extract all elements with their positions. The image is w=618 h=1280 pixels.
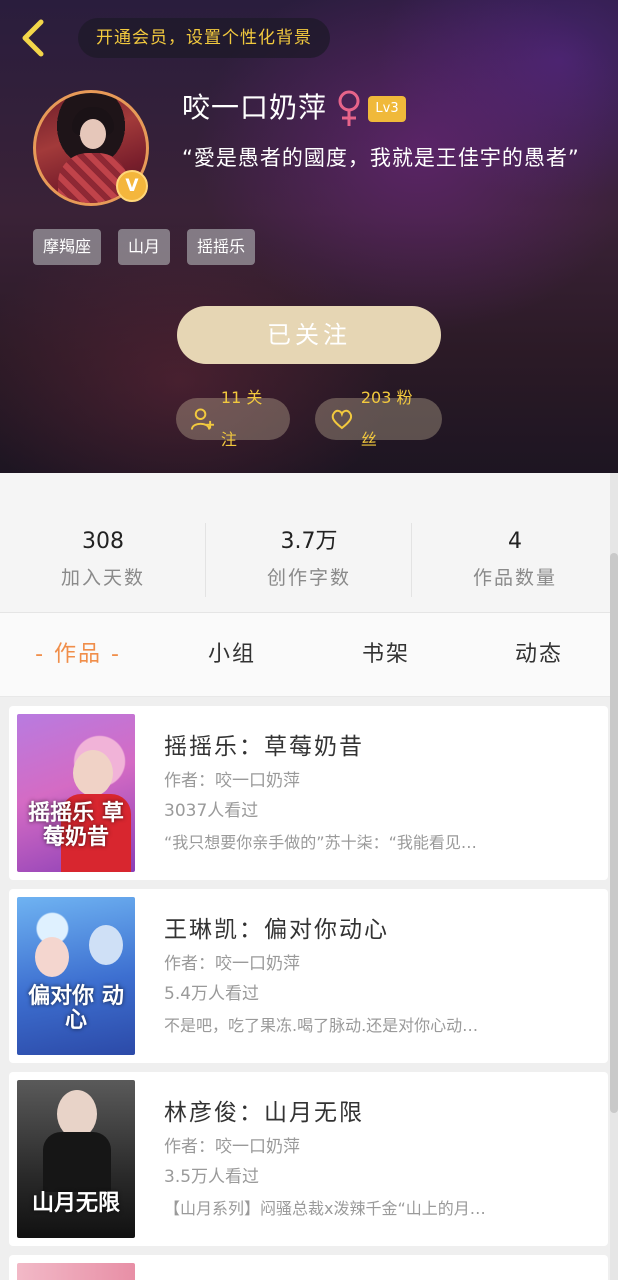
username: 咬一口奶萍 [182,91,328,124]
work-title: 摇摇乐：草莓奶昔 [164,734,364,760]
cover-title: 摇摇乐 草莓奶昔 [28,801,124,850]
user-add-icon [190,408,214,430]
stat-value: 3.7万 [280,529,338,554]
stat-word-count: 3.7万 创作字数 [206,473,412,613]
heart-icon [331,409,353,430]
stat-works-count: 4 作品数量 [412,473,618,613]
work-title: 王琳凯：偏对你动心 [164,917,389,943]
work-title: 林彦俊：山月无限 [164,1100,364,1126]
stat-join-days: 308 加入天数 [0,473,206,613]
level-badge: Lv3 [368,96,406,122]
back-button[interactable] [14,16,54,60]
work-description: 不是吧，吃了果冻.喝了脉动.还是对你心动… [164,1016,479,1035]
cover-title: 山月无限 [31,1191,120,1216]
list-item[interactable]: 摇摇乐 草莓奶昔 摇摇乐：草莓奶昔 作者：咬一口奶萍 3037人看过 “我只想要… [9,706,608,880]
work-views: 5.4万人看过 [164,984,260,1004]
scrollbar[interactable] [610,473,618,1280]
book-cover: 偏对你 动心 [17,897,135,1055]
stat-label: 作品数量 [472,567,557,589]
stat-label: 创作字数 [266,567,351,589]
scrollbar-thumb[interactable] [610,553,618,1113]
work-author: 作者：咬一口奶萍 [164,954,300,974]
tab-bar: - 作品 - 小组 书架 动态 [0,613,610,697]
list-item[interactable]: 偏对你 动心 王琳凯：偏对你动心 作者：咬一口奶萍 5.4万人看过 不是吧，吃了… [9,889,608,1063]
work-views: 3.5万人看过 [164,1167,260,1187]
work-description: 【山月系列】闷骚总裁x泼辣千金“山上的月… [164,1199,486,1218]
following-button[interactable]: 11 关注 [176,388,290,449]
tag-item[interactable]: 摩羯座 [33,229,102,265]
fans-button[interactable]: 203 粉丝 [315,388,442,449]
tab-works[interactable]: - 作品 - [22,635,134,675]
user-bio: “愛是愚者的國度，我就是王佳宇的愚者” [182,146,580,170]
stat-value: 4 [508,529,522,554]
tab-activity[interactable]: 动态 [487,635,591,675]
verified-badge: V [116,170,148,202]
book-cover: 摇摇乐 草莓奶昔 [17,714,135,872]
tag-item[interactable]: 摇摇乐 [187,229,256,265]
female-icon [338,90,360,126]
book-cover: 山月无限 [17,1080,135,1238]
following-count: 11 关注 [220,388,263,449]
profile-header: 开通会员，设置个性化背景 V 咬一口奶萍 Lv3 “愛是愚者的國度，我就是王佳宇… [0,0,618,473]
tag-item[interactable]: 山月 [118,229,171,265]
book-cover [17,1263,135,1280]
work-author: 作者：咬一口奶萍 [164,771,300,791]
stats-panel: 308 加入天数 3.7万 创作字数 4 作品数量 [0,473,610,613]
work-author: 作者：咬一口奶萍 [164,1137,300,1157]
cover-title: 偏对你 动心 [28,984,124,1033]
avatar-face [80,119,106,149]
list-item[interactable] [9,1255,608,1280]
follow-button[interactable]: 已关注 [177,306,441,364]
vip-background-banner[interactable]: 开通会员，设置个性化背景 [78,18,330,58]
works-list: 摇摇乐 草莓奶昔 摇摇乐：草莓奶昔 作者：咬一口奶萍 3037人看过 “我只想要… [0,697,610,1280]
work-views: 3037人看过 [164,801,259,821]
tab-bookshelf[interactable]: 书架 [334,635,438,675]
stat-label: 加入天数 [60,567,145,589]
fans-count: 203 粉丝 [360,388,413,449]
tag-list: 摩羯座 山月 摇摇乐 [33,229,256,265]
list-item[interactable]: 山月无限 林彦俊：山月无限 作者：咬一口奶萍 3.5万人看过 【山月系列】闷骚总… [9,1072,608,1246]
stat-value: 308 [82,529,124,554]
work-description: “我只想要你亲手做的”苏十柒：“我能看见… [164,833,477,852]
tab-groups[interactable]: 小组 [180,635,284,675]
chevron-left-icon [22,19,44,57]
